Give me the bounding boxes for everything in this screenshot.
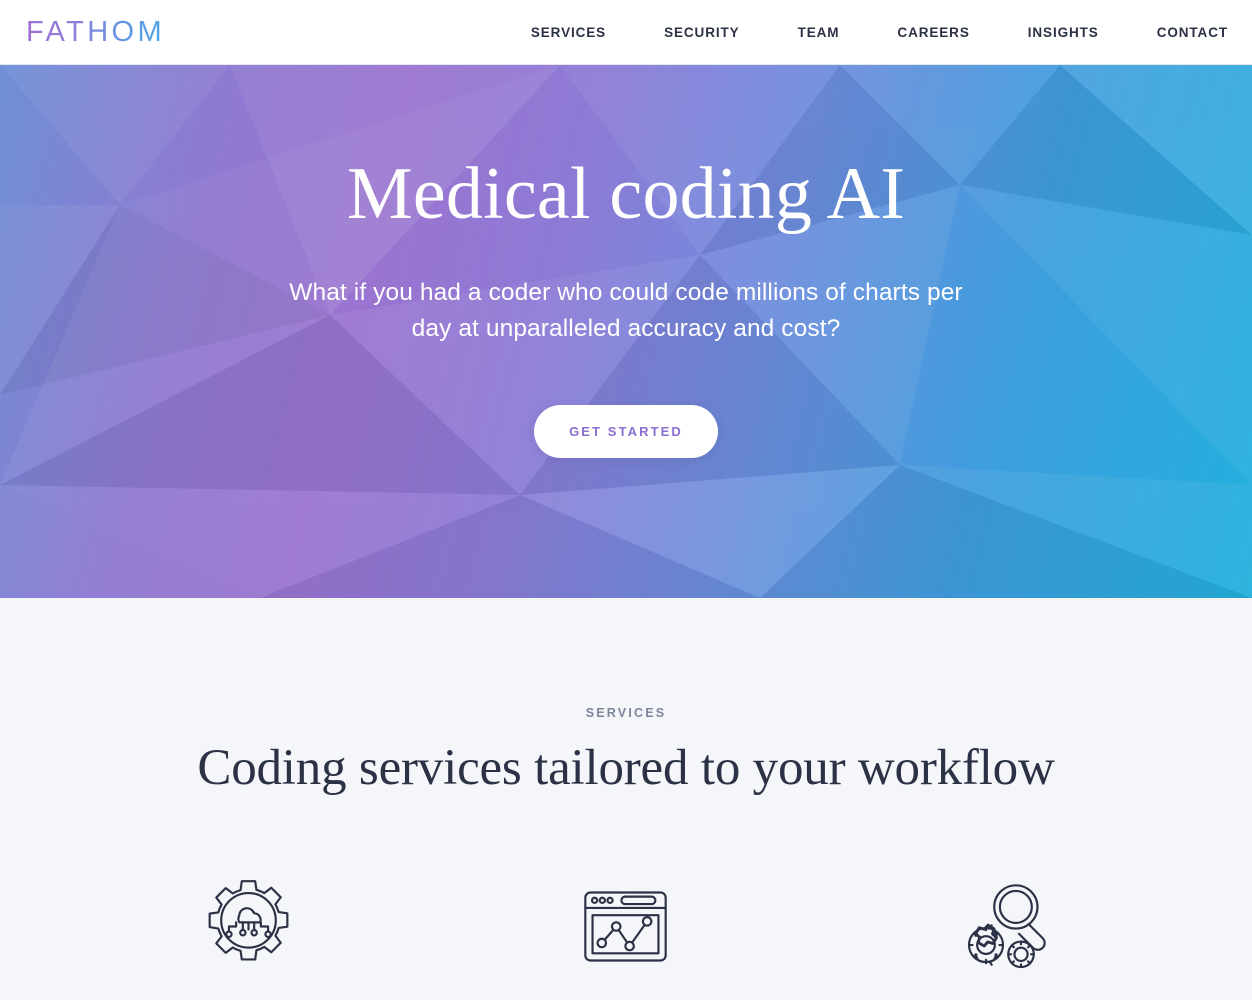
get-started-button[interactable]: GET STARTED [534, 405, 718, 459]
site-header: FATHOM SERVICES SECURITY TEAM CAREERS IN… [0, 0, 1252, 65]
hero-content: Medical coding AI What if you had a code… [0, 65, 1252, 598]
magnifier-gears-icon [952, 875, 1055, 978]
nav-item-insights[interactable]: INSIGHTS [1028, 19, 1099, 46]
hero-title: Medical coding AI [346, 153, 906, 235]
service-card-backlog-processing[interactable]: Backlog processing [437, 875, 814, 1000]
services-card-grid: Production coding [0, 875, 1252, 1000]
nav-item-careers[interactable]: CAREERS [897, 19, 969, 46]
nav-item-contact[interactable]: CONTACT [1157, 19, 1228, 46]
hero-subtitle: What if you had a coder who could code m… [289, 278, 963, 343]
chart-window-icon [574, 875, 677, 978]
main-navigation: SERVICES SECURITY TEAM CAREERS INSIGHTS … [531, 19, 1228, 46]
services-section: SERVICES Coding services tailored to you… [0, 598, 1252, 1000]
nav-item-services[interactable]: SERVICES [531, 19, 606, 46]
service-card-production-coding[interactable]: Production coding [60, 875, 437, 1000]
services-eyebrow: SERVICES [585, 706, 667, 720]
brand-logo[interactable]: FATHOM [26, 17, 165, 47]
cloud-gear-icon [197, 875, 300, 978]
nav-item-team[interactable]: TEAM [798, 19, 840, 46]
services-title: Coding services tailored to your workflo… [197, 740, 1055, 796]
service-card-production-audit[interactable]: Production audit [815, 875, 1192, 1000]
nav-item-security[interactable]: SECURITY [664, 19, 739, 46]
hero-section: Medical coding AI What if you had a code… [0, 65, 1252, 598]
